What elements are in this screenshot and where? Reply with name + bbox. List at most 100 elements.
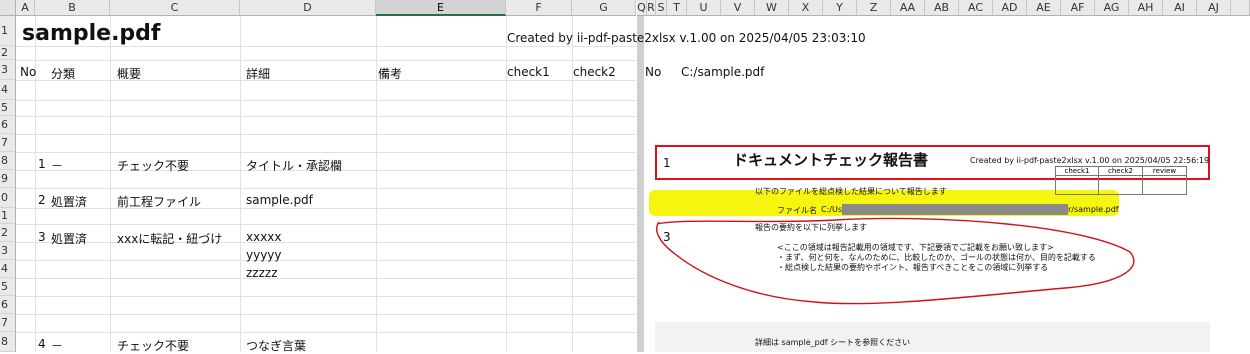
row-gridline — [16, 188, 636, 189]
entry-detail[interactable]: xxxxx — [246, 230, 282, 244]
row-header[interactable]: 3 — [0, 60, 16, 80]
frozen-pane-divider[interactable] — [637, 16, 644, 352]
column-header[interactable]: U — [687, 0, 721, 16]
column-header[interactable]: E — [376, 0, 506, 16]
approval-cell — [1099, 176, 1143, 195]
entry-no[interactable]: 2 — [38, 193, 46, 207]
document-intro: 以下のファイルを総点検した結果について報告します — [755, 187, 947, 196]
column-header[interactable]: A — [16, 0, 35, 16]
column-header[interactable]: AF — [1061, 0, 1095, 16]
column-header[interactable]: C — [110, 0, 240, 16]
column-header[interactable]: AH — [1129, 0, 1163, 16]
entry-no[interactable]: 4 — [38, 337, 46, 351]
column-header[interactable]: Q — [637, 0, 647, 16]
column-header[interactable]: AI — [1163, 0, 1197, 16]
document-title: ドキュメントチェック報告書 — [733, 151, 929, 169]
sheet-title-cell[interactable]: sample.pdf — [22, 21, 161, 46]
row-gridline — [16, 314, 636, 315]
row-header[interactable]: 7 — [0, 134, 16, 152]
column-gridline — [110, 16, 111, 352]
header-check2[interactable]: check2 — [573, 65, 616, 79]
header-no[interactable]: No — [20, 65, 36, 79]
column-header[interactable]: Z — [857, 0, 891, 16]
column-header[interactable]: Y — [823, 0, 857, 16]
row-header[interactable]: 5 — [0, 100, 16, 116]
row-header[interactable]: 4 — [0, 260, 16, 278]
row-header[interactable]: 8 — [0, 332, 16, 352]
column-header[interactable]: AG — [1095, 0, 1129, 16]
entry-category[interactable]: － — [51, 337, 63, 354]
column-header[interactable]: T — [667, 0, 687, 16]
column-gridline — [376, 16, 377, 352]
approval-header: review — [1143, 166, 1187, 176]
column-header[interactable]: W — [755, 0, 789, 16]
entry-summary[interactable]: xxxに転記・紐づけ — [117, 230, 222, 247]
row-header[interactable]: 4 — [0, 80, 16, 100]
row-header[interactable]: 5 — [0, 278, 16, 296]
row-gridline — [16, 100, 636, 101]
entry-detail[interactable]: つなぎ言葉 — [246, 337, 306, 354]
column-header[interactable] — [1231, 0, 1250, 16]
row-header[interactable]: 6 — [0, 116, 16, 134]
row-gridline — [16, 152, 636, 153]
column-header[interactable]: AA — [891, 0, 925, 16]
row-gridline — [16, 260, 636, 261]
header-no-right[interactable]: No — [645, 65, 661, 79]
select-all-corner[interactable] — [0, 0, 16, 16]
column-header[interactable]: AE — [1027, 0, 1061, 16]
column-header[interactable]: S — [656, 0, 667, 16]
row-gridline — [16, 60, 636, 61]
entry-summary[interactable]: チェック不要 — [117, 157, 189, 174]
header-summary[interactable]: 概要 — [117, 65, 141, 82]
entry-detail-extra[interactable]: yyyyy — [246, 248, 282, 262]
row-header[interactable]: 2 — [0, 46, 16, 60]
entry-category[interactable]: － — [51, 157, 63, 174]
created-by-cell[interactable]: Created by ii-pdf-paste2xlsx v.1.00 on 2… — [507, 31, 866, 45]
header-remarks[interactable]: 備考 — [378, 65, 402, 82]
row-gridline — [16, 332, 636, 333]
entry-no[interactable]: 1 — [38, 157, 46, 171]
entry-detail[interactable]: sample.pdf — [246, 193, 313, 207]
row-gridline — [16, 278, 636, 279]
row-gridline — [16, 208, 636, 209]
entry-category[interactable]: 処置済 — [51, 230, 87, 247]
row-gridline — [16, 296, 636, 297]
entry-summary[interactable]: チェック不要 — [117, 337, 189, 354]
row-header[interactable]: 1 — [0, 16, 16, 46]
row-gridline — [16, 224, 636, 225]
column-header[interactable]: V — [721, 0, 755, 16]
red-freehand-ellipse — [656, 217, 1135, 305]
entry-category[interactable]: 処置済 — [51, 193, 87, 210]
column-header[interactable]: AC — [959, 0, 993, 16]
header-category[interactable]: 分類 — [51, 65, 75, 82]
column-header[interactable]: F — [506, 0, 572, 16]
header-path[interactable]: C:/sample.pdf — [681, 65, 764, 79]
approval-cell — [1055, 176, 1099, 195]
document-created-by: Created by ii-pdf-paste2xlsx v.1.00 on 2… — [970, 156, 1210, 165]
column-header[interactable]: X — [789, 0, 823, 16]
column-header[interactable]: G — [572, 0, 636, 16]
row-header[interactable]: 3 — [0, 242, 16, 260]
row-header[interactable]: 7 — [0, 314, 16, 332]
column-header[interactable]: AD — [993, 0, 1027, 16]
header-detail[interactable]: 詳細 — [246, 65, 270, 82]
row-header[interactable]: 2 — [0, 224, 16, 242]
entry-detail[interactable]: タイトル・承認欄 — [246, 157, 342, 174]
entry-detail-extra[interactable]: zzzzz — [246, 266, 278, 280]
column-header[interactable]: D — [240, 0, 376, 16]
row-header[interactable]: 9 — [0, 170, 16, 188]
column-header[interactable]: AJ — [1197, 0, 1231, 16]
row-header[interactable]: 6 — [0, 296, 16, 314]
row-gridline — [16, 116, 636, 117]
row-header[interactable]: 1 — [0, 208, 16, 224]
approval-header: check2 — [1099, 166, 1143, 176]
column-header[interactable]: AB — [925, 0, 959, 16]
row-gridline — [16, 134, 636, 135]
row-header[interactable]: 8 — [0, 152, 16, 170]
entry-summary[interactable]: 前工程ファイル — [117, 193, 201, 210]
column-header[interactable]: R — [647, 0, 656, 16]
column-header[interactable]: B — [35, 0, 110, 16]
header-check1[interactable]: check1 — [507, 65, 550, 79]
entry-no[interactable]: 3 — [38, 230, 46, 244]
row-header[interactable]: 0 — [0, 188, 16, 208]
